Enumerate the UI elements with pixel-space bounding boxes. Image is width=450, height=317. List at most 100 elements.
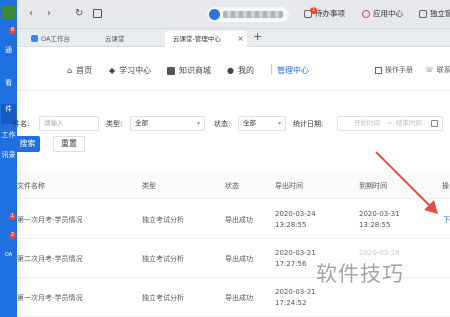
new-tab-icon[interactable]: + (253, 30, 262, 43)
rail-item-view[interactable]: 看 (1, 78, 16, 88)
nav-label: 知识商城 (179, 66, 211, 75)
home-window-icon[interactable] (93, 9, 102, 18)
manual-label: 操作手册 (385, 66, 413, 74)
cell-file-name: 第一次月考-学员情况 (17, 216, 83, 224)
column-actions: 操 (442, 182, 449, 190)
date-start: 开始时间 (354, 119, 380, 127)
account-avatar-icon (209, 9, 220, 20)
cell-status: 导出成功 (225, 294, 253, 302)
phone-icon: ☏ (425, 66, 434, 74)
reset-button[interactable]: 重置 (53, 136, 85, 152)
refresh-icon[interactable]: ↻ (75, 9, 83, 19)
cell-export-time: 17:24:52 (275, 299, 307, 307)
type-label: 类型: (106, 120, 123, 128)
rail-badge-1: 1 (9, 213, 16, 220)
nav-admin-center[interactable]: 管理中心 (277, 65, 309, 76)
rail-item-work[interactable]: 工作 (1, 130, 16, 140)
rail-oa-label[interactable]: OA (1, 252, 16, 258)
column-status: 状态 (225, 182, 239, 190)
date-end: 结束时间 (396, 119, 422, 127)
cell-export-time: 13:28:55 (275, 221, 307, 229)
file-name-label: 件名: (13, 120, 30, 128)
rail-item-contacts[interactable]: 讯录 (1, 150, 16, 160)
cell-type: 独立考试分析 (142, 216, 184, 224)
cell-status: 导出成功 (225, 255, 253, 263)
date-separator: ~ (387, 119, 393, 127)
date-range-picker[interactable]: 开始时间 ~ 结束时间 (337, 116, 443, 131)
nav-knowledge-mall[interactable]: 知识商城 (167, 65, 211, 76)
tab-label: OA工作台 (41, 35, 70, 43)
cell-export-date: 2020-03-21 (275, 288, 316, 296)
todo-button[interactable]: 1 待办事项 (304, 6, 345, 19)
table-row: 第一次月考-学员情况 独立考试分析 导出成功 2020-03-24 13:28:… (17, 200, 450, 239)
rail-badge-2: 2 (9, 232, 16, 239)
forward-icon[interactable]: › (47, 9, 51, 19)
site-header: ⌂ 首页 ◆ 学习中心 知识商城 ● 我的 管理中心 操作手册 ☏ 联系 (17, 47, 450, 91)
download-link[interactable]: 下 (443, 215, 450, 225)
nav-label: 首页 (76, 66, 93, 75)
standalone-label: 独立窗 (430, 9, 450, 18)
file-name-input[interactable]: 请输入 (39, 116, 99, 131)
cell-type: 独立考试分析 (142, 294, 184, 302)
type-select[interactable]: 全部 ▾ (130, 116, 205, 131)
todo-badge: 1 (310, 6, 317, 14)
tab-cloud-class-admin[interactable]: 云课堂-管理中心 × (165, 31, 247, 47)
search-button[interactable]: 搜索 (15, 136, 40, 152)
nav-home[interactable]: ⌂ 首页 (67, 65, 92, 76)
user-avatar[interactable] (1, 6, 16, 19)
nav-label: 我的 (237, 66, 254, 75)
tab-label: 云课堂-管理中心 (173, 35, 221, 43)
tab-cloud-class[interactable]: 云课堂 (95, 31, 155, 47)
app-center-icon (362, 9, 370, 18)
window-icon (419, 9, 427, 18)
cell-expire-date: 2020-03-31 (359, 210, 400, 218)
manual-link[interactable]: 操作手册 (375, 65, 413, 75)
nav-label: 管理中心 (277, 66, 309, 75)
column-export-time: 导出时间 (275, 182, 303, 190)
cell-file-name: 第一次月考-学员情况 (17, 294, 83, 302)
nav-divider (271, 64, 272, 75)
tab-strip: OA工作台 云课堂 云课堂-管理中心 × + (17, 29, 450, 47)
account-chip[interactable] (207, 7, 289, 22)
graduation-cap-icon: ◆ (109, 66, 116, 75)
contact-link[interactable]: ☏ 联系 (425, 65, 450, 75)
status-select[interactable]: 全部 ▾ (238, 116, 286, 131)
cell-type: 独立考试分析 (142, 255, 184, 263)
date-label: 统计日期: (293, 120, 324, 128)
contact-label: 联系 (436, 66, 450, 74)
filter-bar: 件名: 请输入 类型: 全部 ▾ 状态: 全部 ▾ 统计日期: 开始时间 ~ 结… (13, 113, 450, 135)
oa-tab-icon (31, 35, 38, 42)
column-file-name: 文件名称 (17, 182, 45, 190)
column-expire-time: 到期时间 (359, 182, 387, 190)
document-icon (375, 66, 382, 74)
app-center-label: 应用中心 (373, 9, 403, 18)
cell-status: 导出成功 (225, 216, 253, 224)
close-tab-icon[interactable]: × (237, 31, 244, 47)
user-icon: ● (227, 66, 234, 75)
nav-mine[interactable]: ● 我的 (227, 65, 254, 76)
table-header: 文件名称 类型 状态 导出时间 到期时间 操 (17, 172, 450, 199)
type-select-value: 全部 (135, 119, 148, 127)
app-window: 8 通 看 件 工作 讯录 1 2 OA ‹ › ↻ 1 待办事项 应用中心 独… (0, 0, 450, 317)
nav-learning-center[interactable]: ◆ 学习中心 (109, 65, 151, 76)
status-label: 状态: (214, 120, 231, 128)
back-icon[interactable]: ‹ (29, 9, 33, 19)
tab-oa-workbench[interactable]: OA工作台 (27, 31, 87, 47)
nav-label: 学习中心 (119, 66, 152, 75)
standalone-window-button[interactable]: 独立窗 (419, 8, 450, 19)
cell-export-date: 2020-03-21 (275, 249, 316, 257)
chevron-down-icon: ▾ (277, 120, 281, 127)
tab-label: 云课堂 (105, 35, 125, 43)
rail-item-messages[interactable]: 通 (1, 45, 16, 55)
todo-icon: 1 (304, 6, 317, 18)
todo-label: 待办事项 (315, 9, 345, 18)
cell-export-time: 17:27:56 (275, 260, 307, 268)
app-center-button[interactable]: 应用中心 (362, 8, 403, 19)
chevron-down-icon: ▾ (196, 120, 200, 127)
cell-expire-time: 13:28:55 (359, 221, 391, 229)
browser-toolbar: ‹ › ↻ 1 待办事项 应用中心 独立窗 (17, 0, 450, 29)
cell-file-name: 第二次月考-学员情况 (17, 255, 83, 263)
cell-expire-date: 2020-03-28 (359, 249, 400, 257)
status-select-value: 全部 (243, 119, 256, 127)
app-sidebar: 8 通 看 件 工作 讯录 1 2 OA (0, 0, 17, 317)
